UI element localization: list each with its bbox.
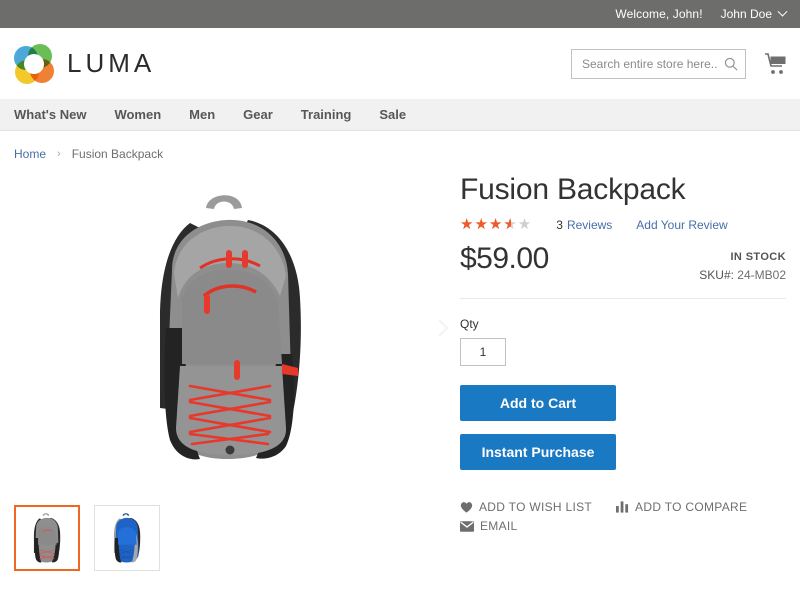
envelope-icon: [460, 520, 474, 532]
reviews-label: Reviews: [566, 217, 613, 232]
search-input[interactable]: [571, 48, 746, 79]
status-badge: IN STOCK: [730, 251, 786, 263]
thumbnail-gray-backpack[interactable]: [14, 505, 80, 571]
product-price: $59.00: [460, 242, 549, 275]
product-actions: ADD TO WISH LIST ADD TO COMPARE EMAIL: [460, 500, 786, 538]
nav-item-whats-new[interactable]: What's New: [14, 107, 86, 122]
nav-item-training[interactable]: Training: [301, 107, 352, 122]
add-to-compare-label: ADD TO COMPARE: [635, 500, 748, 514]
logo-link[interactable]: LUMA: [0, 43, 156, 84]
site-header: LUMA: [0, 28, 800, 99]
add-review-link[interactable]: Add Your Review: [636, 218, 727, 232]
rating-summary: ★★★★★ ★★★★★ 3Reviews Add Your Review: [460, 217, 786, 232]
sku-value: 24-MB02: [737, 268, 786, 282]
chevron-right-icon[interactable]: [431, 319, 449, 337]
add-to-wishlist-label: ADD TO WISH LIST: [479, 500, 593, 514]
shopping-cart-icon[interactable]: [764, 52, 788, 76]
reviews-link[interactable]: 3 Reviews: [556, 218, 612, 232]
email-label: EMAIL: [480, 519, 518, 533]
qty-label: Qty: [460, 317, 479, 331]
nav-item-sale[interactable]: Sale: [379, 107, 406, 122]
breadcrumb: Home › Fusion Backpack: [0, 131, 800, 161]
star-rating: ★★★★★ ★★★★★: [460, 216, 533, 233]
sku-label: SKU#:: [699, 268, 734, 282]
nav-item-gear[interactable]: Gear: [243, 107, 273, 122]
add-to-wishlist-link[interactable]: ADD TO WISH LIST: [460, 500, 592, 514]
page-title: Fusion Backpack: [460, 173, 686, 206]
breadcrumb-home[interactable]: Home: [14, 147, 46, 161]
add-to-cart-button[interactable]: Add to Cart: [460, 385, 616, 421]
instant-purchase-button[interactable]: Instant Purchase: [460, 434, 616, 470]
logo-text: LUMA: [67, 48, 156, 78]
search-box: [571, 48, 746, 79]
nav-item-women[interactable]: Women: [114, 107, 161, 122]
thumbnail-blue-backpack[interactable]: [94, 505, 160, 571]
search-icon[interactable]: [724, 57, 738, 71]
stock-info: IN STOCK SKU#: 24-MB02: [699, 242, 786, 282]
price-and-stock: $59.00 IN STOCK SKU#: 24-MB02: [460, 242, 786, 299]
bar-chart-icon: [616, 501, 629, 513]
product-gallery: [0, 173, 460, 571]
quantity-stepper[interactable]: [460, 338, 506, 366]
heart-icon: [460, 502, 473, 513]
luma-logo-icon: [14, 43, 54, 84]
chevron-down-icon: [777, 6, 788, 17]
email-link[interactable]: EMAIL: [460, 519, 518, 533]
sku-row: SKU#: 24-MB02: [699, 268, 786, 282]
reviews-count: 3: [556, 217, 563, 232]
product-info: Fusion Backpack ★★★★★ ★★★★★ 3Reviews Add…: [460, 173, 800, 571]
main-product-image[interactable]: [0, 173, 460, 483]
header-actions: [571, 48, 788, 79]
account-name-label: John Doe: [720, 7, 772, 21]
add-to-compare-link[interactable]: ADD TO COMPARE: [616, 500, 747, 514]
account-menu[interactable]: John Doe: [720, 6, 788, 21]
product-main: Fusion Backpack ★★★★★ ★★★★★ 3Reviews Add…: [0, 161, 800, 571]
top-panel: Welcome, John! John Doe: [0, 0, 800, 28]
breadcrumb-separator: ›: [57, 148, 61, 160]
thumbnail-list: [0, 483, 460, 571]
breadcrumb-current: Fusion Backpack: [71, 147, 164, 161]
main-navigation: What's New Women Men Gear Training Sale: [0, 99, 800, 131]
nav-item-men[interactable]: Men: [189, 107, 215, 122]
welcome-message: Welcome, John!: [615, 7, 703, 21]
